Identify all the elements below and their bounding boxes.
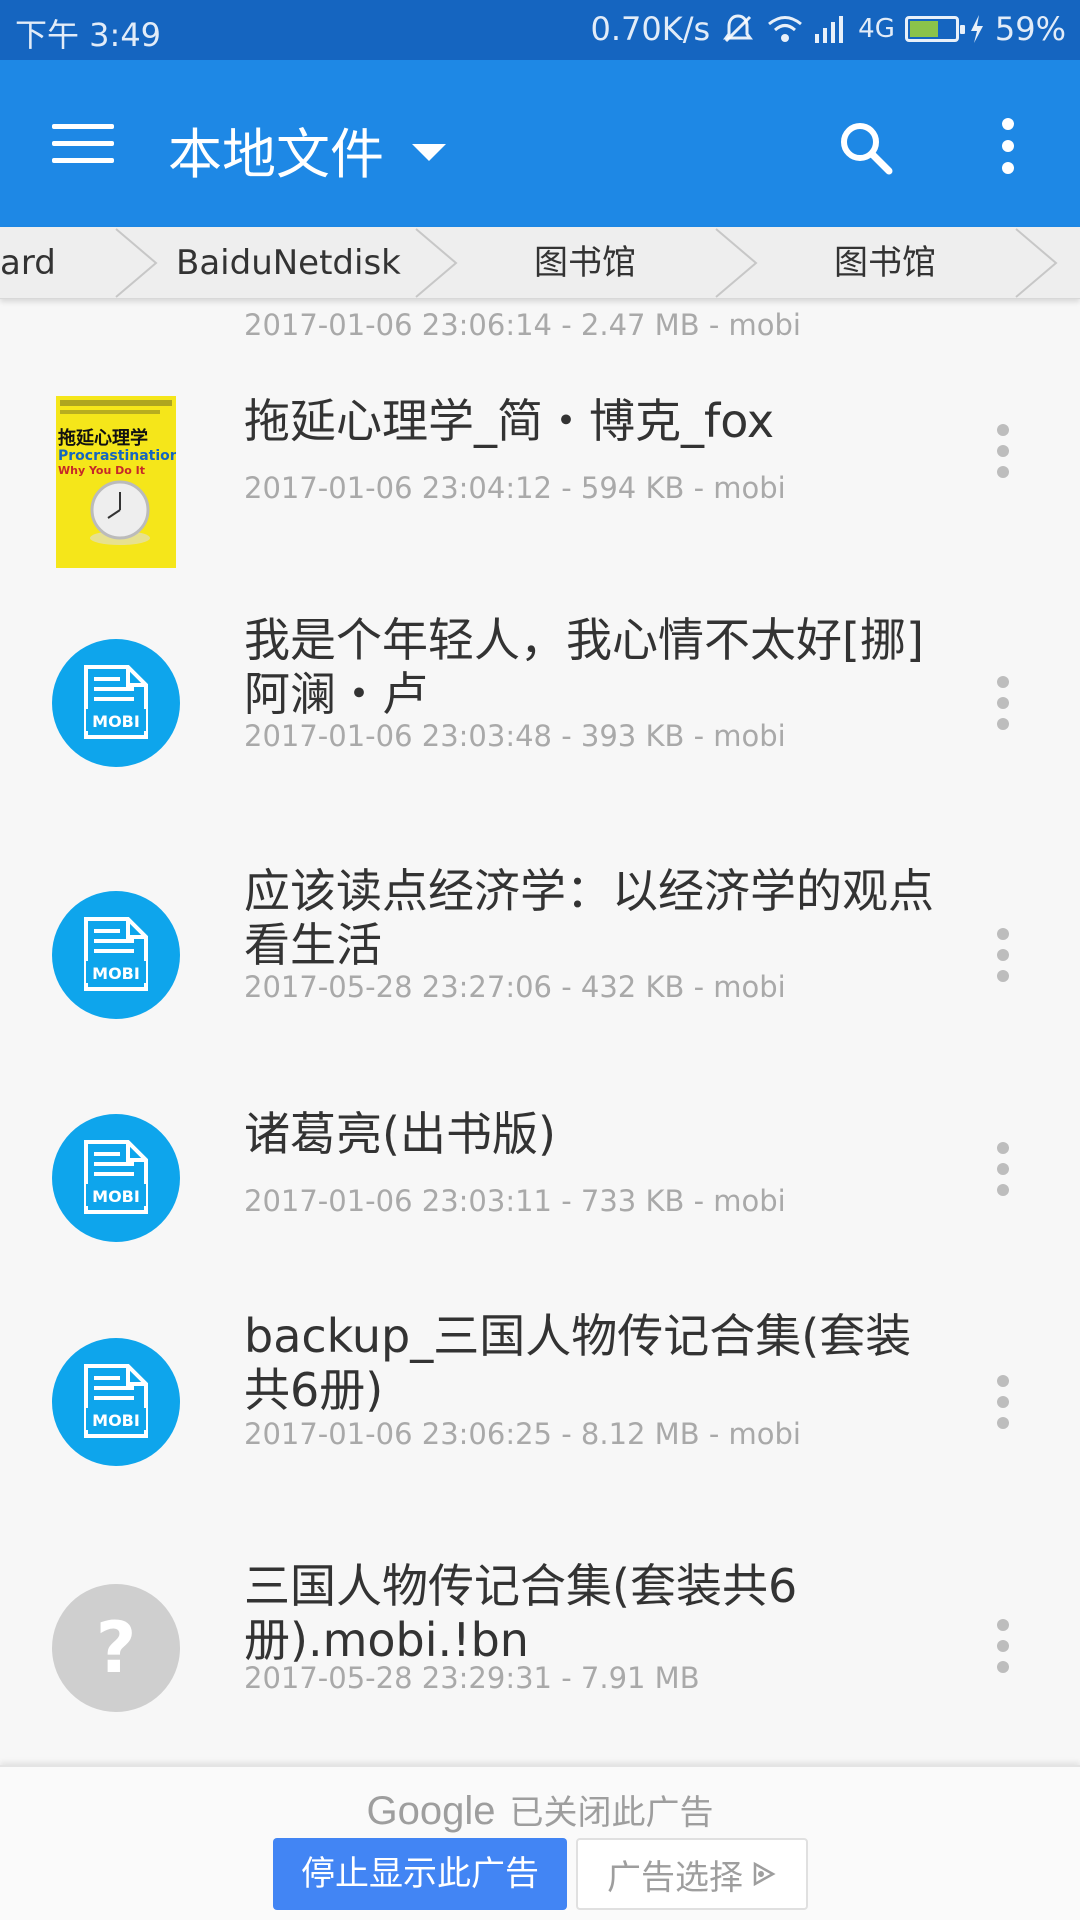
status-bar: 下午 3:49 0.70K/s 4G 59% [0, 0, 1080, 60]
google-logo: Google [366, 1789, 496, 1833]
item-more-icon[interactable] [994, 1142, 1012, 1196]
search-icon[interactable] [836, 118, 896, 178]
page-title: 本地文件 [168, 123, 384, 186]
list-item[interactable]: MOBI 我是个年轻人，我心情不太好[挪]阿澜・卢 2017-01-06 23:… [0, 589, 1080, 819]
breadcrumb-item[interactable]: 图书馆 [834, 227, 936, 298]
dropdown-caret-icon [412, 144, 446, 161]
net-speed: 0.70K/s [590, 10, 711, 48]
list-item[interactable]: MOBI 诸葛亮(出书版) 2017-01-06 23:03:11 - 733 … [0, 1099, 1080, 1299]
file-title: 我是个年轻人，我心情不太好[挪]阿澜・卢 [244, 613, 924, 721]
ad-choices-button[interactable]: 广告选择 [576, 1838, 808, 1910]
breadcrumb-item[interactable]: BaiduNetdisk [176, 227, 401, 298]
mobi-document-icon: MOBI [84, 1364, 148, 1438]
ad-choices-icon [753, 1861, 776, 1887]
mobi-file-icon: MOBI [52, 891, 180, 1019]
file-meta: 2017-01-06 23:06:25 - 8.12 MB - mobi [244, 1417, 801, 1451]
clock-icon [90, 480, 150, 545]
mobi-label: MOBI [92, 964, 140, 983]
file-meta: 2017-01-06 23:06:14 - 2.47 MB - mobi [244, 308, 801, 342]
list-item[interactable]: 拖延心理学 Procrastination Why You Do It 拖延心理… [0, 359, 1080, 569]
unknown-file-icon: ? [52, 1584, 180, 1712]
menu-icon[interactable] [52, 124, 114, 164]
breadcrumb-item[interactable]: 图书馆 [534, 227, 636, 298]
mobi-file-icon: MOBI [52, 639, 180, 767]
ad-choices-label: 广告选择 [607, 1857, 743, 1898]
mobi-document-icon: MOBI [84, 1140, 148, 1214]
list-item[interactable]: MOBI backup_三国人物传记合集(套装共6册) 2017-01-06 2… [0, 1309, 1080, 1539]
breadcrumb: ard BaiduNetdisk 图书馆 图书馆 [0, 227, 1080, 299]
item-more-icon[interactable] [994, 928, 1012, 982]
cover-title: 拖延心理学 [58, 428, 148, 449]
file-title: 拖延心理学_简・博克_fox [244, 394, 775, 448]
file-title: 三国人物传记合集(套装共6册).mobi.!bn [244, 1559, 798, 1667]
battery-percent: 59% [994, 10, 1066, 48]
network-type: 4G [858, 14, 895, 44]
status-right: 0.70K/s 4G 59% [590, 10, 1066, 48]
file-meta: 2017-05-28 23:27:06 - 432 KB - mobi [244, 970, 786, 1004]
question-mark-icon: ? [95, 1607, 137, 1689]
charging-bolt-icon [969, 14, 985, 44]
signal-icon [814, 14, 848, 44]
file-title: 诸葛亮(出书版) [244, 1107, 556, 1161]
item-more-icon[interactable] [994, 424, 1012, 478]
wifi-icon [766, 14, 804, 44]
cover-english-2: Why You Do It [58, 464, 146, 477]
list-item[interactable]: MOBI 应该读点经济学：以经济学的观点看生活 2017-05-28 23:27… [0, 839, 1080, 1069]
mobi-document-icon: MOBI [84, 665, 148, 739]
breadcrumb-separator-icon [415, 228, 458, 298]
location-selector[interactable]: 本地文件 [168, 110, 446, 189]
more-vert-icon[interactable] [1000, 118, 1016, 174]
file-meta: 2017-05-28 23:29:31 - 7.91 MB [244, 1661, 700, 1695]
item-more-icon[interactable] [994, 1619, 1012, 1673]
file-title: 应该读点经济学：以经济学的观点看生活 [244, 864, 934, 972]
file-meta: 2017-01-06 23:03:48 - 393 KB - mobi [244, 719, 786, 753]
ad-banner: Google 已关闭此广告 停止显示此广告 广告选择 [0, 1765, 1080, 1920]
status-time: 下午 3:49 [15, 16, 162, 54]
stop-ad-button[interactable]: 停止显示此广告 [273, 1838, 567, 1910]
cover-english-1: Procrastination [58, 448, 176, 464]
mobi-label: MOBI [92, 712, 140, 731]
book-cover-image: 拖延心理学 Procrastination Why You Do It [56, 396, 176, 568]
breadcrumb-separator-icon [715, 228, 758, 298]
ad-closed-text: 已关闭此广告 [509, 1793, 714, 1833]
mobi-file-icon: MOBI [52, 1338, 180, 1466]
bell-off-icon [720, 11, 756, 47]
mobi-document-icon: MOBI [84, 917, 148, 991]
ad-closed-message: Google 已关闭此广告 [0, 1785, 1080, 1834]
file-title: backup_三国人物传记合集(套装共6册) [244, 1309, 912, 1417]
breadcrumb-separator-icon [1015, 228, 1058, 298]
breadcrumb-item[interactable]: ard [0, 227, 56, 298]
file-meta: 2017-01-06 23:04:12 - 594 KB - mobi [244, 471, 786, 505]
mobi-label: MOBI [92, 1411, 140, 1430]
mobi-label: MOBI [92, 1187, 140, 1206]
app-bar: 本地文件 [0, 60, 1080, 227]
item-more-icon[interactable] [994, 1375, 1012, 1429]
item-more-icon[interactable] [994, 676, 1012, 730]
list-item[interactable]: 2017-01-06 23:06:14 - 2.47 MB - mobi [0, 299, 1080, 359]
file-list: 2017-01-06 23:06:14 - 2.47 MB - mobi 拖延心… [0, 299, 1080, 1765]
mobi-file-icon: MOBI [52, 1114, 180, 1242]
battery-icon [904, 16, 965, 42]
file-meta: 2017-01-06 23:03:11 - 733 KB - mobi [244, 1184, 786, 1218]
list-item[interactable]: ? 三国人物传记合集(套装共6册).mobi.!bn 2017-05-28 23… [0, 1559, 1080, 1759]
breadcrumb-separator-icon [115, 228, 158, 298]
